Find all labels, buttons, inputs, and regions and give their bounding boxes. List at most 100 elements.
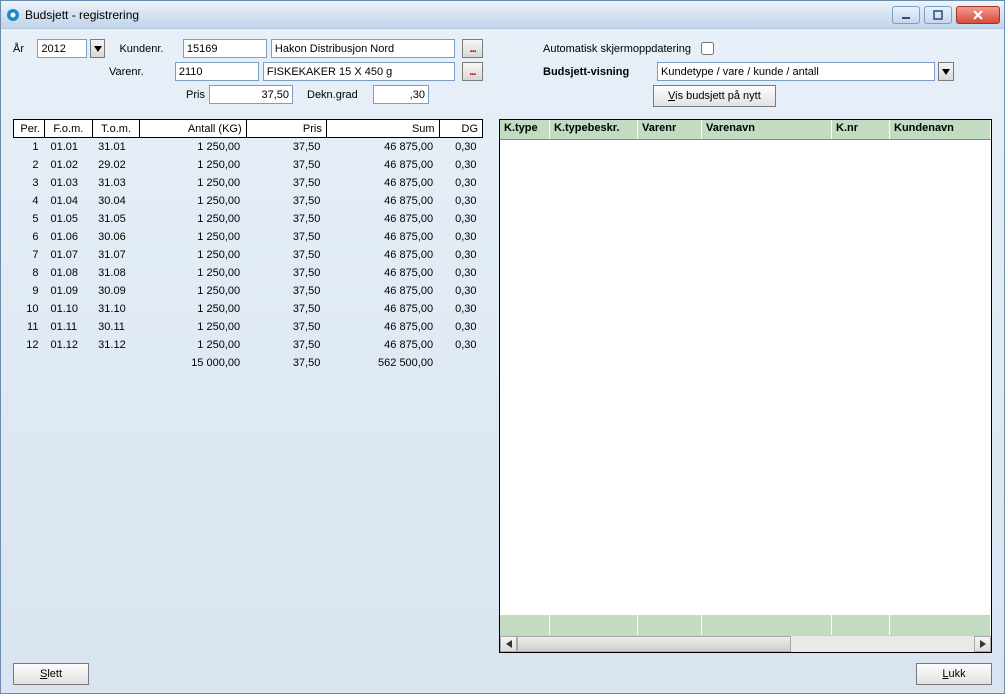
cell-pris: 37,50 xyxy=(246,228,326,246)
cell-fom: 01.12 xyxy=(44,336,92,354)
cell-per: 11 xyxy=(14,318,45,336)
pris-input[interactable] xyxy=(209,85,293,104)
table-row[interactable]: 301.0331.031 250,0037,5046 875,000,30 xyxy=(14,174,483,192)
year-select[interactable] xyxy=(37,39,87,58)
cell-dg: 0,30 xyxy=(439,210,482,228)
cell-tom: 31.08 xyxy=(92,264,140,282)
cell-tom: 29.02 xyxy=(92,156,140,174)
cell-per: 3 xyxy=(14,174,45,192)
close-button[interactable] xyxy=(956,6,1000,24)
vis-budsjett-button[interactable]: Vis budsjett på nytt xyxy=(653,85,776,107)
budsjettvisning-dropdown-icon[interactable] xyxy=(938,62,954,81)
col-varenr[interactable]: Varenr xyxy=(638,120,702,139)
cell-sum: 46 875,00 xyxy=(326,282,439,300)
cell-antall: 1 250,00 xyxy=(140,300,246,318)
varenr-browse-button[interactable]: ... xyxy=(462,62,483,81)
form-area: År Kundenr. ... Varenr. ... xyxy=(13,39,992,111)
scroll-track[interactable] xyxy=(517,636,974,652)
table-row[interactable]: 101.0131.011 250,0037,5046 875,000,30 xyxy=(14,138,483,156)
table-row[interactable]: 801.0831.081 250,0037,5046 875,000,30 xyxy=(14,264,483,282)
cell-fom: 01.07 xyxy=(44,246,92,264)
cell-fom: 01.03 xyxy=(44,174,92,192)
cell-antall: 1 250,00 xyxy=(140,156,246,174)
year-dropdown-icon[interactable] xyxy=(90,39,105,58)
varenr-input[interactable] xyxy=(175,62,259,81)
budsjettvisning-select[interactable] xyxy=(657,62,935,81)
main-area: Per. F.o.m. T.o.m. Antall (KG) Pris Sum … xyxy=(13,119,992,653)
horizontal-scrollbar[interactable] xyxy=(500,635,991,652)
cell-antall: 1 250,00 xyxy=(140,174,246,192)
cell-sum: 46 875,00 xyxy=(326,174,439,192)
table-row[interactable]: 501.0531.051 250,0037,5046 875,000,30 xyxy=(14,210,483,228)
cell-pris: 37,50 xyxy=(246,156,326,174)
cell-antall: 1 250,00 xyxy=(140,228,246,246)
col-tom[interactable]: T.o.m. xyxy=(92,120,140,138)
varenavn-input[interactable] xyxy=(263,62,455,81)
dekngrad-input[interactable] xyxy=(373,85,429,104)
right-grid-body[interactable] xyxy=(500,140,991,615)
cell-pris: 37,50 xyxy=(246,210,326,228)
kundenavn-input[interactable] xyxy=(271,39,456,58)
cell-fom: 01.04 xyxy=(44,192,92,210)
cell-sum: 46 875,00 xyxy=(326,210,439,228)
table-row[interactable]: 401.0430.041 250,0037,5046 875,000,30 xyxy=(14,192,483,210)
right-grid-header: K.type K.typebeskr. Varenr Varenavn K.nr… xyxy=(500,120,991,140)
cell-tom: 31.05 xyxy=(92,210,140,228)
table-row[interactable]: 701.0731.071 250,0037,5046 875,000,30 xyxy=(14,246,483,264)
scroll-right-icon[interactable] xyxy=(974,636,991,652)
table-row[interactable]: 601.0630.061 250,0037,5046 875,000,30 xyxy=(14,228,483,246)
col-fom[interactable]: F.o.m. xyxy=(44,120,92,138)
cell-pris: 37,50 xyxy=(246,138,326,156)
cell-dg: 0,30 xyxy=(439,156,482,174)
lukk-button[interactable]: Lukk xyxy=(916,663,992,685)
cell-dg: 0,30 xyxy=(439,336,482,354)
autoupdate-checkbox[interactable] xyxy=(701,42,714,55)
cell-fom: 01.06 xyxy=(44,228,92,246)
kundenr-browse-button[interactable]: ... xyxy=(462,39,483,58)
scroll-thumb[interactable] xyxy=(517,636,791,652)
maximize-button[interactable] xyxy=(924,6,952,24)
cell-antall: 1 250,00 xyxy=(140,192,246,210)
cell-pris: 37,50 xyxy=(246,318,326,336)
cell-antall: 1 250,00 xyxy=(140,246,246,264)
table-row[interactable]: 901.0930.091 250,0037,5046 875,000,30 xyxy=(14,282,483,300)
col-varenavn[interactable]: Varenavn xyxy=(702,120,832,139)
cell-fom: 01.10 xyxy=(44,300,92,318)
col-pris[interactable]: Pris xyxy=(246,120,326,138)
col-kundenavn[interactable]: Kundenavn xyxy=(890,120,991,139)
cell-per: 4 xyxy=(14,192,45,210)
col-per[interactable]: Per. xyxy=(14,120,45,138)
col-ktypebeskr[interactable]: K.typebeskr. xyxy=(550,120,638,139)
col-antall[interactable]: Antall (KG) xyxy=(140,120,246,138)
cell-sum: 46 875,00 xyxy=(326,300,439,318)
budsjettvisning-label: Budsjett-visning xyxy=(543,66,653,78)
minimize-button[interactable] xyxy=(892,6,920,24)
cell-tom: 31.03 xyxy=(92,174,140,192)
cell-per: 6 xyxy=(14,228,45,246)
cell-dg: 0,30 xyxy=(439,174,482,192)
kundenr-input[interactable] xyxy=(183,39,267,58)
col-ktype[interactable]: K.type xyxy=(500,120,550,139)
cell-dg: 0,30 xyxy=(439,300,482,318)
col-knr[interactable]: K.nr xyxy=(832,120,890,139)
slett-button[interactable]: Slett xyxy=(13,663,89,685)
cell-sum: 46 875,00 xyxy=(326,228,439,246)
cell-tom: 30.09 xyxy=(92,282,140,300)
cell-antall: 1 250,00 xyxy=(140,138,246,156)
scroll-left-icon[interactable] xyxy=(500,636,517,652)
vis-budsjett-label: is budsjett på nytt xyxy=(675,90,761,102)
right-grid-footer xyxy=(500,615,991,635)
cell-tom: 31.07 xyxy=(92,246,140,264)
cell-dg: 0,30 xyxy=(439,228,482,246)
cell-dg: 0,30 xyxy=(439,318,482,336)
varenr-label: Varenr. xyxy=(109,66,171,78)
col-dg[interactable]: DG xyxy=(439,120,482,138)
table-row[interactable]: 201.0229.021 250,0037,5046 875,000,30 xyxy=(14,156,483,174)
cell-pris: 37,50 xyxy=(246,300,326,318)
table-row[interactable]: 1001.1031.101 250,0037,5046 875,000,30 xyxy=(14,300,483,318)
table-row[interactable]: 1201.1231.121 250,0037,5046 875,000,30 xyxy=(14,336,483,354)
col-sum[interactable]: Sum xyxy=(326,120,439,138)
table-row[interactable]: 1101.1130.111 250,0037,5046 875,000,30 xyxy=(14,318,483,336)
cell-dg: 0,30 xyxy=(439,192,482,210)
cell-antall: 1 250,00 xyxy=(140,264,246,282)
